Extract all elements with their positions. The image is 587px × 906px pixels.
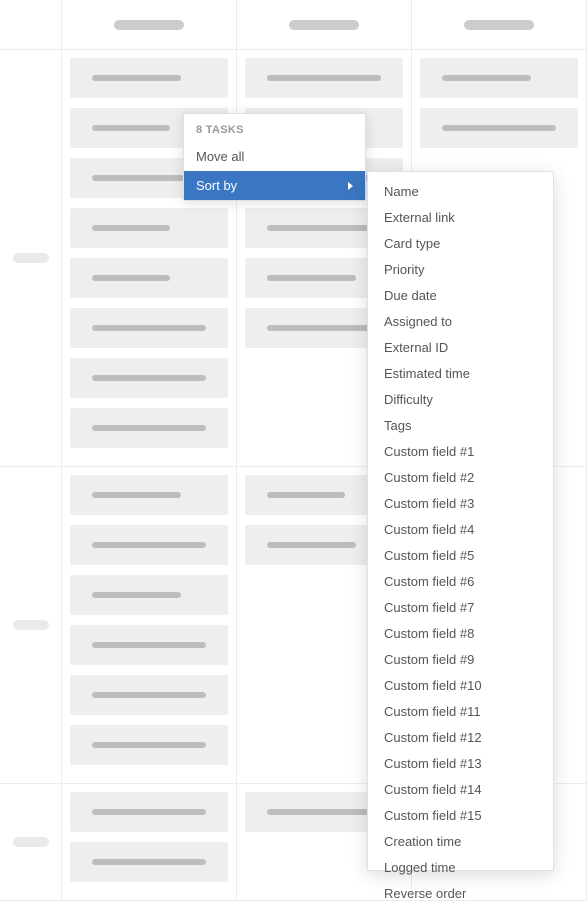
card-placeholder-line <box>92 859 206 865</box>
sort-option-creation-time[interactable]: Creation time <box>368 828 553 854</box>
kanban-card[interactable] <box>70 258 228 298</box>
sort-option-custom-field-3[interactable]: Custom field #3 <box>368 490 553 516</box>
card-placeholder-line <box>267 325 381 331</box>
card-placeholder-line <box>92 325 206 331</box>
card-placeholder-line <box>92 375 206 381</box>
card-placeholder-line <box>267 542 356 548</box>
column-header-placeholder <box>114 20 184 30</box>
sort-option-external-link[interactable]: External link <box>368 204 553 230</box>
column-header-placeholder <box>464 20 534 30</box>
card-placeholder-line <box>92 492 181 498</box>
sort-option-custom-field-4[interactable]: Custom field #4 <box>368 516 553 542</box>
sort-option-custom-field-12[interactable]: Custom field #12 <box>368 724 553 750</box>
card-placeholder-line <box>92 592 181 598</box>
row-label-placeholder <box>13 837 49 847</box>
sort-by-submenu[interactable]: NameExternal linkCard typePriorityDue da… <box>367 171 554 871</box>
column-header[interactable] <box>412 0 587 50</box>
card-placeholder-line <box>92 642 206 648</box>
row-label[interactable] <box>0 50 62 467</box>
sort-option-external-id[interactable]: External ID <box>368 334 553 360</box>
sort-option-logged-time[interactable]: Logged time <box>368 854 553 880</box>
kanban-card[interactable] <box>420 108 578 148</box>
sort-option-name[interactable]: Name <box>368 178 553 204</box>
card-placeholder-line <box>267 492 345 498</box>
kanban-card[interactable] <box>70 208 228 248</box>
kanban-card[interactable] <box>70 842 228 882</box>
sort-option-estimated-time[interactable]: Estimated time <box>368 360 553 386</box>
kanban-card[interactable] <box>70 725 228 765</box>
card-placeholder-line <box>92 75 181 81</box>
row-label-placeholder <box>13 620 49 630</box>
sort-option-custom-field-10[interactable]: Custom field #10 <box>368 672 553 698</box>
sort-option-custom-field-6[interactable]: Custom field #6 <box>368 568 553 594</box>
header-corner <box>0 0 62 50</box>
kanban-card[interactable] <box>420 58 578 98</box>
sort-option-custom-field-2[interactable]: Custom field #2 <box>368 464 553 490</box>
column-header[interactable] <box>62 0 237 50</box>
card-placeholder-line <box>92 809 206 815</box>
sort-option-tags[interactable]: Tags <box>368 412 553 438</box>
chevron-right-icon <box>348 182 353 190</box>
context-menu-item-move-all[interactable]: Move all <box>184 142 365 171</box>
sort-option-card-type[interactable]: Card type <box>368 230 553 256</box>
sort-option-custom-field-14[interactable]: Custom field #14 <box>368 776 553 802</box>
context-menu-header: 8 TASKS <box>184 114 365 142</box>
card-placeholder-line <box>92 125 170 131</box>
sort-option-custom-field-7[interactable]: Custom field #7 <box>368 594 553 620</box>
card-placeholder-line <box>92 275 170 281</box>
sort-option-reverse-order[interactable]: Reverse order <box>368 880 553 906</box>
card-placeholder-line <box>92 225 170 231</box>
sort-option-priority[interactable]: Priority <box>368 256 553 282</box>
card-placeholder-line <box>442 75 531 81</box>
context-menu-item-label: Move all <box>196 149 244 164</box>
card-placeholder-line <box>267 275 356 281</box>
row-label[interactable] <box>0 784 62 901</box>
kanban-card[interactable] <box>70 625 228 665</box>
sort-option-custom-field-13[interactable]: Custom field #13 <box>368 750 553 776</box>
card-placeholder-line <box>92 692 206 698</box>
sort-option-custom-field-8[interactable]: Custom field #8 <box>368 620 553 646</box>
context-menu-item-sort-by[interactable]: Sort by <box>184 171 365 200</box>
column-header[interactable] <box>237 0 412 50</box>
context-menu[interactable]: 8 TASKS Move all Sort by <box>183 113 366 201</box>
column-header-placeholder <box>289 20 359 30</box>
row-label-placeholder <box>13 253 49 263</box>
kanban-card[interactable] <box>70 308 228 348</box>
kanban-card[interactable] <box>70 575 228 615</box>
sort-option-due-date[interactable]: Due date <box>368 282 553 308</box>
board-cell[interactable] <box>62 467 237 784</box>
sort-option-difficulty[interactable]: Difficulty <box>368 386 553 412</box>
kanban-card[interactable] <box>70 675 228 715</box>
sort-option-custom-field-11[interactable]: Custom field #11 <box>368 698 553 724</box>
kanban-card[interactable] <box>70 475 228 515</box>
row-label[interactable] <box>0 467 62 784</box>
card-placeholder-line <box>442 125 556 131</box>
card-placeholder-line <box>267 75 381 81</box>
kanban-card[interactable] <box>70 408 228 448</box>
card-placeholder-line <box>267 809 381 815</box>
sort-option-custom-field-5[interactable]: Custom field #5 <box>368 542 553 568</box>
card-placeholder-line <box>92 742 206 748</box>
sort-option-custom-field-15[interactable]: Custom field #15 <box>368 802 553 828</box>
kanban-card[interactable] <box>70 58 228 98</box>
sort-option-custom-field-1[interactable]: Custom field #1 <box>368 438 553 464</box>
card-placeholder-line <box>92 542 206 548</box>
card-placeholder-line <box>267 225 381 231</box>
card-placeholder-line <box>92 425 206 431</box>
kanban-card[interactable] <box>245 58 403 98</box>
kanban-card[interactable] <box>70 525 228 565</box>
kanban-card[interactable] <box>70 792 228 832</box>
sort-option-custom-field-9[interactable]: Custom field #9 <box>368 646 553 672</box>
kanban-card[interactable] <box>70 358 228 398</box>
context-menu-item-label: Sort by <box>196 178 237 193</box>
sort-option-assigned-to[interactable]: Assigned to <box>368 308 553 334</box>
board-cell[interactable] <box>62 784 237 901</box>
